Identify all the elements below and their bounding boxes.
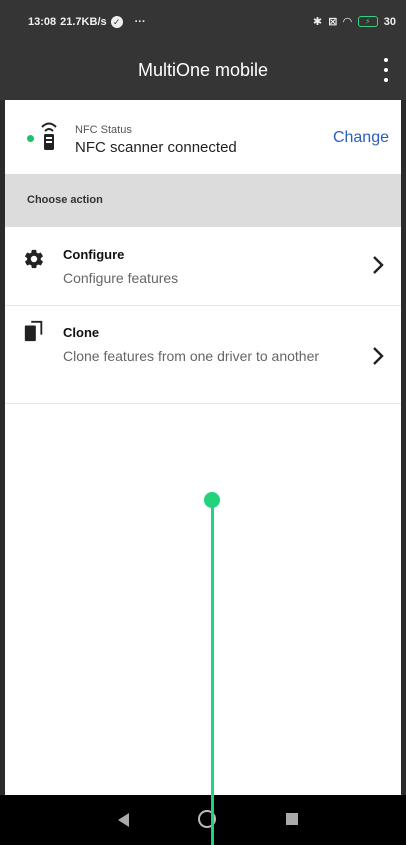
status-more: ··· (134, 16, 146, 28)
recents-icon[interactable] (286, 813, 298, 825)
configure-subtitle: Configure features (63, 270, 179, 286)
clone-title: Clone (63, 325, 100, 340)
touch-point-indicator (204, 492, 220, 508)
change-button[interactable]: Change (333, 129, 389, 147)
status-time: 13:08 (28, 16, 57, 28)
section-header: Choose action (5, 174, 401, 227)
action-configure[interactable]: Configure Configure features (5, 227, 401, 306)
nfc-connected-indicator (27, 135, 34, 142)
touch-trail-line (211, 500, 214, 845)
nfc-status-value: NFC scanner connected (75, 139, 237, 156)
action-clone[interactable]: Clone Clone features from one driver to … (5, 306, 401, 404)
app-bar: MultiOne mobile (0, 44, 406, 100)
gear-icon (25, 249, 43, 269)
section-title: Choose action (27, 194, 103, 206)
nfc-status-row: NFC Status NFC scanner connected Change (5, 100, 401, 172)
battery-icon: ⚡ (357, 16, 378, 27)
chevron-right-icon (373, 347, 384, 365)
status-network-speed: 21.7KB/s (60, 16, 107, 28)
sim-icon: ⊠ (328, 16, 338, 28)
check-icon: ✓ (110, 16, 123, 28)
battery-percent: 30 (383, 15, 396, 28)
clone-subtitle: Clone features from one driver to anothe… (63, 348, 320, 364)
nfc-status-label: NFC Status (75, 124, 132, 136)
nfc-scanner-icon (41, 122, 57, 150)
clone-icon (24, 320, 43, 342)
configure-title: Configure (63, 247, 125, 262)
navigation-bar (0, 795, 406, 845)
bluetooth-icon: ✱ (312, 16, 323, 28)
back-icon[interactable] (118, 813, 129, 827)
status-bar: 13:08 21.7KB/s ✓ ··· ✱ ⊠ ◠ ⚡ 30 (0, 0, 406, 44)
more-vert-icon[interactable] (382, 58, 390, 82)
wifi-icon: ◠ (343, 16, 352, 28)
app-title: MultiOne mobile (137, 60, 269, 80)
chevron-right-icon (373, 256, 384, 274)
